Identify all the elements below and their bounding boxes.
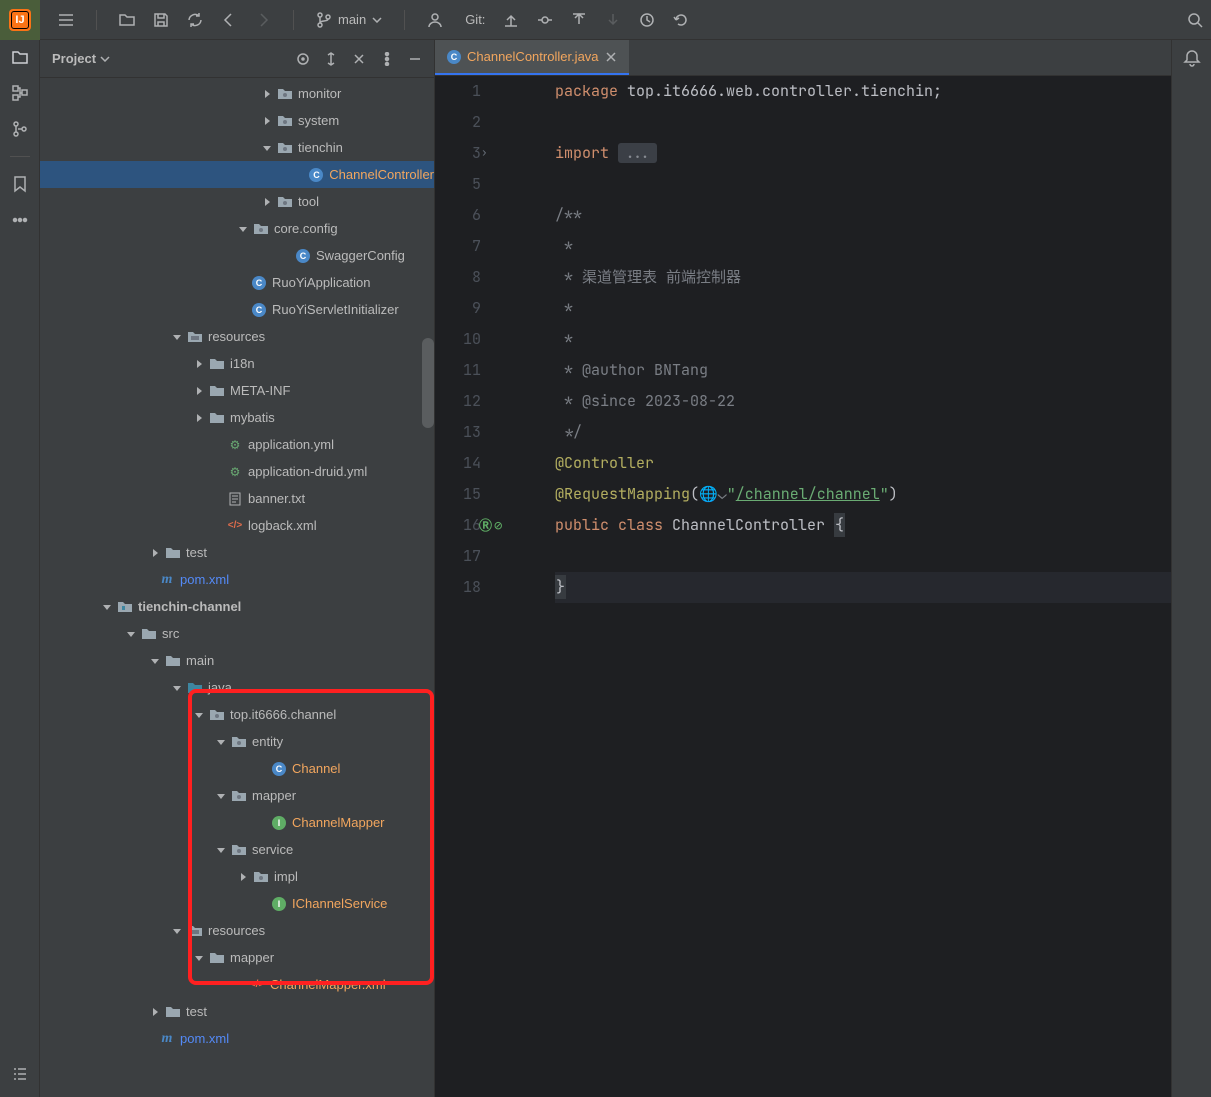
branch-name: main xyxy=(338,12,366,27)
git-rollback-icon[interactable] xyxy=(673,12,689,28)
tab-label: ChannelController.java xyxy=(467,49,599,64)
back-icon[interactable] xyxy=(221,12,237,28)
tree-item-channelmapper[interactable]: IChannelMapper xyxy=(40,809,434,836)
toc-tool-icon[interactable] xyxy=(11,1065,29,1083)
tree-item-channelcontroller[interactable]: CChannelController xyxy=(40,161,434,188)
tree-item-system[interactable]: system xyxy=(40,107,434,134)
notifications-icon[interactable] xyxy=(1183,49,1201,67)
project-sidebar: Project monitorsystemtienchinCChannelCon… xyxy=(40,40,435,1097)
save-icon[interactable] xyxy=(153,12,169,28)
tree-item-service[interactable]: service xyxy=(40,836,434,863)
class-file-icon: C xyxy=(447,50,461,64)
tree-item-mapper[interactable]: mapper xyxy=(40,782,434,809)
left-tool-rail xyxy=(0,40,40,1097)
tree-item-tienchin-channel[interactable]: tienchin-channel xyxy=(40,593,434,620)
project-tree[interactable]: monitorsystemtienchinCChannelControllert… xyxy=(40,78,434,1097)
tree-item-main[interactable]: main xyxy=(40,647,434,674)
tree-item-tool[interactable]: tool xyxy=(40,188,434,215)
tree-item-i18n[interactable]: i18n xyxy=(40,350,434,377)
sidebar-header: Project xyxy=(40,40,434,78)
tree-item-test[interactable]: test xyxy=(40,539,434,566)
vcs-tool-icon[interactable] xyxy=(11,120,29,138)
tree-item-resources[interactable]: resources xyxy=(40,917,434,944)
sidebar-title[interactable]: Project xyxy=(52,51,110,66)
close-tab-icon[interactable] xyxy=(605,51,617,63)
git-label: Git: xyxy=(465,12,485,27)
code-editor[interactable]: 123›5678910111213141516Ⓡ⊘1718 package to… xyxy=(435,76,1171,1097)
tree-item-application-yml[interactable]: ⚙application.yml xyxy=(40,431,434,458)
app-logo-area: IJ xyxy=(0,0,40,40)
tree-item-entity[interactable]: entity xyxy=(40,728,434,755)
git-fetch-icon[interactable] xyxy=(605,12,621,28)
tree-item-mybatis[interactable]: mybatis xyxy=(40,404,434,431)
hide-icon[interactable] xyxy=(408,52,422,66)
menu-icon[interactable] xyxy=(58,12,74,28)
tree-item-ichannelservice[interactable]: IIChannelService xyxy=(40,890,434,917)
tree-item-logback-xml[interactable]: </>logback.xml xyxy=(40,512,434,539)
tree-item-channelmapper-xml[interactable]: </>ChannelMapper.xml xyxy=(40,971,434,998)
tree-item-swaggerconfig[interactable]: CSwaggerConfig xyxy=(40,242,434,269)
tree-item-ruoyiapplication[interactable]: CRuoYiApplication xyxy=(40,269,434,296)
tree-item-channel[interactable]: CChannel xyxy=(40,755,434,782)
forward-icon[interactable] xyxy=(255,12,271,28)
tree-item-resources[interactable]: resources xyxy=(40,323,434,350)
tree-item-mapper[interactable]: mapper xyxy=(40,944,434,971)
scrollbar-thumb[interactable] xyxy=(422,338,434,428)
separator xyxy=(404,10,405,30)
tree-item-core-config[interactable]: core.config xyxy=(40,215,434,242)
tree-item-impl[interactable]: impl xyxy=(40,863,434,890)
tree-item-top-it6666-channel[interactable]: top.it6666.channel xyxy=(40,701,434,728)
tree-item-ruoyiservletinitializer[interactable]: CRuoYiServletInitializer xyxy=(40,296,434,323)
search-icon[interactable] xyxy=(1187,12,1203,28)
bookmarks-tool-icon[interactable] xyxy=(11,175,29,193)
right-tool-rail xyxy=(1171,40,1211,1097)
tree-item-monitor[interactable]: monitor xyxy=(40,80,434,107)
intellij-logo[interactable]: IJ xyxy=(9,9,31,31)
tree-item-pom-xml[interactable]: mpom.xml xyxy=(40,566,434,593)
collapse-all-icon[interactable] xyxy=(352,52,366,66)
code-content[interactable]: package top.it6666.web.controller.tiench… xyxy=(495,76,1171,1097)
open-folder-icon[interactable] xyxy=(119,12,135,28)
tree-item-test[interactable]: test xyxy=(40,998,434,1025)
project-tool-icon[interactable] xyxy=(11,48,29,66)
select-opened-icon[interactable] xyxy=(296,52,310,66)
tree-item-tienchin[interactable]: tienchin xyxy=(40,134,434,161)
git-commit-icon[interactable] xyxy=(537,12,553,28)
structure-tool-icon[interactable] xyxy=(11,84,29,102)
git-branch-selector[interactable]: main xyxy=(316,12,382,28)
editor-area: C ChannelController.java 123›56789101112… xyxy=(435,40,1171,1097)
git-history-icon[interactable] xyxy=(639,12,655,28)
git-user-icon[interactable] xyxy=(427,12,443,28)
main-toolbar: IJ main Git: xyxy=(0,0,1211,40)
rail-separator xyxy=(10,156,30,157)
expand-all-icon[interactable] xyxy=(324,52,338,66)
separator xyxy=(293,10,294,30)
git-pull-icon[interactable] xyxy=(503,12,519,28)
options-icon[interactable] xyxy=(380,52,394,66)
toolbar-right xyxy=(1187,12,1203,28)
more-tool-icon[interactable] xyxy=(11,211,29,229)
separator xyxy=(96,10,97,30)
tree-item-pom-xml[interactable]: mpom.xml xyxy=(40,1025,434,1052)
git-push-icon[interactable] xyxy=(571,12,587,28)
tree-item-src[interactable]: src xyxy=(40,620,434,647)
tab-channelcontroller[interactable]: C ChannelController.java xyxy=(435,40,629,75)
editor-tabs: C ChannelController.java xyxy=(435,40,1171,76)
tree-item-meta-inf[interactable]: META-INF xyxy=(40,377,434,404)
tree-item-banner-txt[interactable]: banner.txt xyxy=(40,485,434,512)
tree-item-application-druid-yml[interactable]: ⚙application-druid.yml xyxy=(40,458,434,485)
tree-item-java[interactable]: java xyxy=(40,674,434,701)
line-gutter: 123›5678910111213141516Ⓡ⊘1718 xyxy=(435,76,495,1097)
sync-icon[interactable] xyxy=(187,12,203,28)
